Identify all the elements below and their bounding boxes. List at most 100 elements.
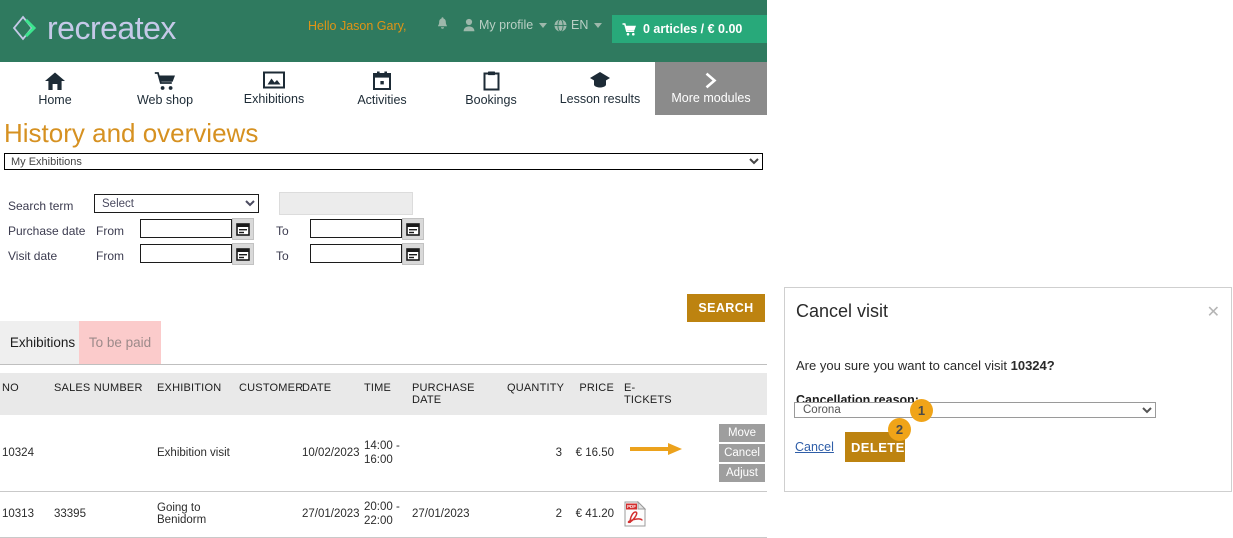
diploma-icon [589,71,611,90]
nav-item-more-modules[interactable]: More modules [655,62,767,115]
globe-icon [554,19,567,32]
nav-item-exhibitions[interactable]: Exhibitions [228,62,320,115]
modal-question-prefix: Are you sure you want to cancel visit [796,358,1011,373]
logo-text: recreatex [47,12,176,44]
greeting-text: Hello Jason Gary, [308,19,406,33]
modal-question-visit-id: 10324? [1011,358,1055,373]
col-exhibition: EXHIBITION [155,373,237,415]
nav-item-web-shop[interactable]: Web shop [124,62,206,115]
search-term-select[interactable]: Select [94,194,259,213]
nav-label: Home [38,94,71,107]
cancellation-reason-select[interactable]: Corona [794,402,1156,418]
cart-label: 0 articles / € 0.00 [643,22,742,36]
cancel-pointer-arrow-icon [630,442,684,456]
module-nav-bar: Home Web shop Exhibitions [0,62,767,116]
cell-customer [237,415,300,492]
calendar-icon [236,247,250,261]
nav-label: Exhibitions [244,93,304,106]
col-customer: CUSTOMER [237,373,300,415]
cell-time: 20:00 - 22:00 [362,492,410,538]
col-purchase-date: PURCHASE DATE [410,373,505,415]
results-table: NO SALES NUMBER EXHIBITION CUSTOMER DATE… [0,373,767,538]
nav-label: Activities [357,94,406,107]
col-time: TIME [362,373,410,415]
overview-select[interactable]: My Exhibitions [4,153,763,170]
purchase-from-label: From [96,224,124,238]
purchase-to-calendar-button[interactable] [402,218,424,240]
cell-exhibition: Going to Benidorm [155,492,237,538]
close-icon[interactable]: ✕ [1207,305,1220,321]
image-icon [263,71,285,90]
cell-customer [237,492,300,538]
nav-label: Bookings [465,94,516,107]
col-no: NO [0,373,52,415]
brand-logo[interactable]: recreatex [10,12,176,44]
cell-date: 10/02/2023 [300,415,362,492]
visit-to-calendar-button[interactable] [402,243,424,265]
table-header-row: NO SALES NUMBER EXHIBITION CUSTOMER DATE… [0,373,767,415]
cell-quantity: 3 [505,415,570,492]
adjust-button[interactable]: Adjust [719,464,765,482]
cell-no: 10313 [0,492,52,538]
chevron-down-icon [594,23,602,28]
visit-to-label: To [276,249,289,263]
visit-from-calendar-button[interactable] [232,243,254,265]
nav-item-bookings[interactable]: Bookings [452,62,530,115]
language-menu[interactable]: EN [554,18,602,32]
modal-title: Cancel visit [796,301,888,322]
calendar-icon [406,222,420,236]
home-icon [44,71,66,91]
chevron-down-icon [539,23,547,28]
purchase-date-label: Purchase date [8,224,85,238]
tab-to-be-paid[interactable]: To be paid [79,321,161,364]
cancel-button[interactable]: Cancel [719,444,765,462]
notifications-button[interactable] [436,17,449,32]
cell-price: € 41.20 [570,492,622,538]
chevron-right-icon [701,72,721,89]
cell-time: 14:00 - 16:00 [362,415,410,492]
pdf-icon[interactable]: PDF [624,501,646,527]
cell-price: € 16.50 [570,415,622,492]
bell-icon [436,17,449,32]
visit-date-from-input[interactable] [140,244,232,263]
modal-question: Are you sure you want to cancel visit 10… [796,358,1055,373]
my-profile-menu[interactable]: My profile [463,18,547,32]
nav-label: More modules [671,92,750,105]
table-row[interactable]: 10324 Exhibition visit 10/02/2023 14:00 … [0,415,767,492]
nav-item-home[interactable]: Home [20,62,90,115]
search-button[interactable]: SEARCH [687,294,765,322]
col-actions [684,373,767,415]
cell-date: 27/01/2023 [300,492,362,538]
cell-sales-number: 33395 [52,492,155,538]
purchase-date-from-input[interactable] [140,219,232,238]
nav-label: Web shop [137,94,193,107]
step-badge-1: 1 [910,399,933,422]
top-header: recreatex Hello Jason Gary, My profile [0,0,767,62]
col-date: DATE [300,373,362,415]
cell-e-ticket[interactable]: PDF [622,492,684,538]
cell-no: 10324 [0,415,52,492]
row-action-buttons: Move Cancel Adjust [684,424,767,482]
purchase-from-calendar-button[interactable] [232,218,254,240]
search-term-input[interactable] [279,192,413,215]
col-price: PRICE [570,373,622,415]
move-button[interactable]: Move [719,424,765,442]
cell-purchase-date: 27/01/2023 [410,492,505,538]
nav-item-activities[interactable]: Activities [342,62,422,115]
modal-cancel-link[interactable]: Cancel [795,440,834,454]
visit-date-to-input[interactable] [310,244,402,263]
purchase-date-to-input[interactable] [310,219,402,238]
visit-date-label: Visit date [8,249,57,263]
user-icon [463,18,475,32]
nav-item-lesson-results[interactable]: Lesson results [552,62,648,115]
cart-button[interactable]: 0 articles / € 0.00 [612,15,767,43]
nav-label: Lesson results [560,93,641,106]
tab-exhibitions[interactable]: Exhibitions [0,321,85,364]
cell-sales-number [52,415,155,492]
col-sales-number: SALES NUMBER [52,373,155,415]
cell-purchase-date [410,415,505,492]
clipboard-icon [483,71,500,91]
svg-text:PDF: PDF [627,505,636,510]
table-row[interactable]: 10313 33395 Going to Benidorm 27/01/2023… [0,492,767,538]
cancel-visit-modal: Cancel visit ✕ Are you sure you want to … [784,287,1232,492]
